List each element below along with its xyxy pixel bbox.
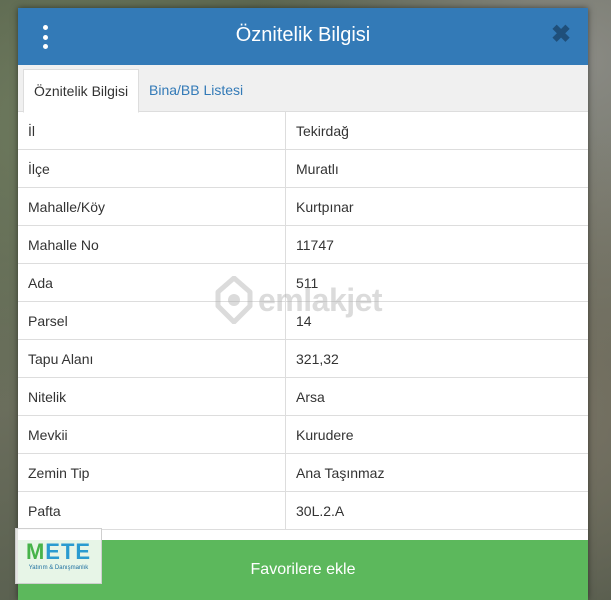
- attribute-value: 511: [296, 275, 319, 291]
- table-row: Mahalle/Köy Kurtpınar: [18, 188, 588, 226]
- table-row: Tapu Alanı 321,32: [18, 340, 588, 378]
- table-row: İl Tekirdağ: [18, 112, 588, 150]
- tab-attribute-info[interactable]: Öznitelik Bilgisi: [23, 69, 140, 113]
- logo-subtitle: Yatırım & Danışmanlık: [28, 565, 89, 571]
- tab-building-list[interactable]: Bina/BB Listesi: [139, 69, 253, 111]
- panel-title: Öznitelik Bilgisi: [235, 24, 371, 46]
- table-row: Mevkii Kurudere: [18, 416, 588, 454]
- mete-logo: METE Yatırım & Danışmanlık: [15, 528, 102, 584]
- logo-wordmark: METE: [25, 539, 92, 564]
- attribute-value: Kurudere: [296, 427, 354, 443]
- attribute-key: Mahalle/Köy: [18, 188, 286, 225]
- tab-bar: Öznitelik Bilgisi Bina/BB Listesi: [18, 65, 588, 113]
- attribute-value: 11747: [296, 237, 334, 253]
- table-row: Mahalle No 11747: [18, 226, 588, 264]
- attribute-key: Zemin Tip: [18, 454, 286, 491]
- table-row: Parsel 14: [18, 302, 588, 340]
- attribute-value: Muratlı: [296, 161, 339, 177]
- attribute-key: Ada: [18, 264, 286, 301]
- attribute-key: Parsel: [18, 302, 286, 339]
- attribute-value: 30L.2.A: [296, 503, 345, 519]
- close-icon[interactable]: ✖: [548, 22, 574, 48]
- attribute-key: Mahalle No: [18, 226, 286, 263]
- attribute-value: 321,32: [296, 351, 339, 367]
- panel-header: Öznitelik Bilgisi ✖: [18, 8, 588, 65]
- attribute-key: İl: [18, 112, 286, 149]
- attribute-key: Nitelik: [18, 378, 286, 415]
- attribute-value: Kurtpınar: [296, 199, 354, 215]
- attribute-key: İlçe: [18, 150, 286, 187]
- table-row: Zemin Tip Ana Taşınmaz: [18, 454, 588, 492]
- attribute-info-panel: Öznitelik Bilgisi ✖ Öznitelik Bilgisi Bi…: [18, 8, 588, 600]
- table-row: İlçe Muratlı: [18, 150, 588, 188]
- attribute-key: Tapu Alanı: [18, 340, 286, 377]
- attribute-key: Mevkii: [18, 416, 286, 453]
- table-row: Ada 511: [18, 264, 588, 302]
- attribute-table: İl Tekirdağ İlçe Muratlı Mahalle/Köy Kur…: [18, 112, 588, 530]
- attribute-value: Tekirdağ: [296, 123, 349, 139]
- table-row: Nitelik Arsa: [18, 378, 588, 416]
- attribute-value: Ana Taşınmaz: [296, 465, 385, 481]
- attribute-value: Arsa: [296, 389, 325, 405]
- attribute-value: 14: [296, 313, 312, 329]
- attribute-key: Pafta: [18, 492, 286, 529]
- add-to-favorites-button[interactable]: Favorilere ekle: [18, 540, 588, 600]
- table-row: Pafta 30L.2.A: [18, 492, 588, 530]
